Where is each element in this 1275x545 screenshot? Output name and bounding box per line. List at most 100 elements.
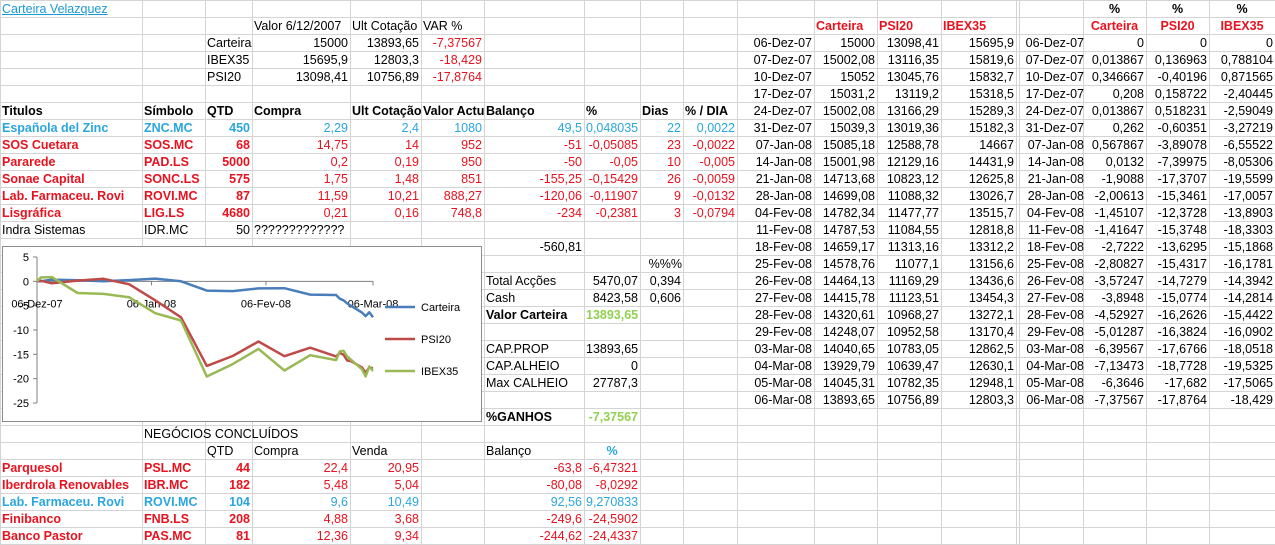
pct-history-cell[interactable]: -6,3646 xyxy=(1083,375,1146,392)
closed-cell[interactable]: 182 xyxy=(205,477,252,494)
pct-history-cell[interactable]: 0,208 xyxy=(1083,86,1146,103)
pct-history-cell[interactable]: -13,8903 xyxy=(1209,205,1275,222)
valor-carteira-value[interactable]: 13893,65 xyxy=(584,307,640,324)
history-cell[interactable]: 10968,27 xyxy=(877,307,941,324)
pct-history-cell[interactable]: -6,55522 xyxy=(1209,137,1275,154)
total-accoes-label[interactable]: Total Acções xyxy=(484,273,584,290)
ganhos-value[interactable]: -7,37567 xyxy=(584,409,640,426)
summary-var[interactable]: -17,8764 xyxy=(421,69,484,86)
pct-history-cell[interactable]: -17,0057 xyxy=(1209,188,1275,205)
history-cell[interactable]: 15819,6 xyxy=(941,52,1016,69)
pct-history-cell[interactable]: -2,80827 xyxy=(1083,256,1146,273)
pct-history-cell[interactable]: 0,136963 xyxy=(1146,52,1209,69)
holdings-cell[interactable]: Sonae Capital xyxy=(0,171,142,188)
pct-history-cell[interactable]: 11-Fev-08 xyxy=(1019,222,1086,239)
pct-history-cell[interactable]: 28-Jan-08 xyxy=(1019,188,1086,205)
valor-carteira-label[interactable]: Valor Carteira xyxy=(484,307,584,324)
holdings-cell[interactable]: 26 xyxy=(640,171,683,188)
holdings-header[interactable]: Dias xyxy=(640,103,683,120)
holdings-header[interactable]: Valor Actual xyxy=(421,103,484,120)
history-cell[interactable]: 13098,41 xyxy=(877,35,941,52)
pct-history-cell[interactable]: -18,429 xyxy=(1209,392,1275,409)
history-cell[interactable]: 14040,65 xyxy=(814,341,877,358)
history-cell[interactable]: 13272,1 xyxy=(941,307,1016,324)
history-cell[interactable]: 13019,36 xyxy=(877,120,941,137)
history-cell[interactable]: 13454,3 xyxy=(941,290,1016,307)
history-cell[interactable]: 10952,58 xyxy=(877,324,941,341)
closed-cell[interactable]: -6,47321 xyxy=(584,460,640,477)
history-cell[interactable]: 14415,78 xyxy=(814,290,877,307)
pct-history-cell[interactable]: -3,8948 xyxy=(1083,290,1146,307)
closed-title[interactable]: NEGÓCIOS CONCLUÍDOS xyxy=(142,426,342,443)
holdings-cell[interactable]: 3 xyxy=(640,205,683,222)
holdings-cell[interactable]: 575 xyxy=(205,171,252,188)
history-cell[interactable]: 03-Mar-08 xyxy=(737,341,814,358)
history-cell[interactable]: 12588,78 xyxy=(877,137,941,154)
cap-alheio-label[interactable]: CAP.ALHEIO xyxy=(484,358,584,375)
history-cell[interactable]: 29-Fev-08 xyxy=(737,324,814,341)
cap-prop-label[interactable]: CAP.PROP xyxy=(484,341,584,358)
pct-history-cell[interactable]: -2,59049 xyxy=(1209,103,1275,120)
header-ult-cotacao[interactable]: Ult Cotação xyxy=(350,18,421,35)
pct-history-cell[interactable]: 0,262 xyxy=(1083,120,1146,137)
history-cell[interactable]: 28-Fev-08 xyxy=(737,307,814,324)
history-cell[interactable]: 05-Mar-08 xyxy=(737,375,814,392)
history-cell[interactable]: 13026,7 xyxy=(941,188,1016,205)
holdings-cell[interactable]: 23 xyxy=(640,137,683,154)
total-accoes-pct[interactable]: 0,394 xyxy=(640,273,683,290)
history-cell[interactable]: 07-Jan-08 xyxy=(737,137,814,154)
closed-cell[interactable]: IBR.MC xyxy=(142,477,205,494)
closed-cell[interactable]: -244,62 xyxy=(484,528,584,545)
history-cell[interactable]: 15085,18 xyxy=(814,137,877,154)
holdings-header[interactable]: Balanço xyxy=(484,103,584,120)
pct-history-cell[interactable]: -17,8764 xyxy=(1146,392,1209,409)
holdings-cell[interactable]: 10,21 xyxy=(350,188,421,205)
history-cell[interactable]: 15000 xyxy=(814,35,877,52)
history-cell[interactable]: 15318,5 xyxy=(941,86,1016,103)
closed-cell[interactable]: 10,49 xyxy=(350,494,421,511)
history-cell[interactable]: 13166,29 xyxy=(877,103,941,120)
holdings-cell[interactable]: 5000 xyxy=(205,154,252,171)
pct-history-cell[interactable]: -6,39567 xyxy=(1083,341,1146,358)
history-cell[interactable]: 15289,3 xyxy=(941,103,1016,120)
holdings-header[interactable]: % xyxy=(584,103,640,120)
summary-valor[interactable]: 15695,9 xyxy=(252,52,350,69)
history-cell[interactable]: 14713,68 xyxy=(814,171,877,188)
closed-cell[interactable]: 208 xyxy=(205,511,252,528)
pct-history-cell[interactable]: 17-Dez-07 xyxy=(1019,86,1086,103)
pct-header[interactable]: %%% xyxy=(584,256,684,273)
history-cell[interactable]: 11477,77 xyxy=(877,205,941,222)
history-cell[interactable]: 18-Fev-08 xyxy=(737,239,814,256)
holdings-header[interactable]: Compra xyxy=(252,103,350,120)
history-cell[interactable]: 13170,4 xyxy=(941,324,1016,341)
sheet-title[interactable]: Carteira Velazquez xyxy=(0,1,142,18)
history-header[interactable]: Carteira xyxy=(814,18,877,35)
pct-history-cell[interactable]: -15,1868 xyxy=(1209,239,1275,256)
pct-history-cell[interactable]: -18,7728 xyxy=(1146,358,1209,375)
cap-alheio-value[interactable]: 0 xyxy=(584,358,640,375)
history-header[interactable]: PSI20 xyxy=(877,18,941,35)
history-cell[interactable]: 13116,35 xyxy=(877,52,941,69)
holdings-cell[interactable]: -0,0022 xyxy=(683,137,737,154)
cap-prop-value[interactable]: 13893,65 xyxy=(584,341,640,358)
closed-header-pct[interactable]: % xyxy=(584,443,640,460)
cash-pct[interactable]: 0,606 xyxy=(640,290,683,307)
pct-history-cell[interactable]: -17,682 xyxy=(1146,375,1209,392)
pct-history-cell[interactable]: 25-Fev-08 xyxy=(1019,256,1086,273)
holdings-cell[interactable]: 1,75 xyxy=(252,171,350,188)
pct-history-cell[interactable]: -7,39975 xyxy=(1146,154,1209,171)
history-cell[interactable]: 12818,8 xyxy=(941,222,1016,239)
pct-history-cell[interactable]: 06-Mar-08 xyxy=(1019,392,1086,409)
pct-history-cell[interactable]: -17,3707 xyxy=(1146,171,1209,188)
closed-cell[interactable]: Iberdrola Renovables xyxy=(0,477,142,494)
history-cell[interactable]: 10639,47 xyxy=(877,358,941,375)
closed-header-qtd[interactable]: QTD xyxy=(205,443,252,460)
history-cell[interactable]: 21-Jan-08 xyxy=(737,171,814,188)
history-cell[interactable]: 10756,89 xyxy=(877,392,941,409)
pct-history-cell[interactable]: 05-Mar-08 xyxy=(1019,375,1086,392)
closed-header-compra[interactable]: Compra xyxy=(252,443,350,460)
pct-history-cell[interactable]: 0,871565 xyxy=(1209,69,1275,86)
holdings-header[interactable]: Titulos xyxy=(0,103,142,120)
history-cell[interactable]: 10-Dez-07 xyxy=(737,69,814,86)
pct-history-cell[interactable]: -1,41647 xyxy=(1083,222,1146,239)
